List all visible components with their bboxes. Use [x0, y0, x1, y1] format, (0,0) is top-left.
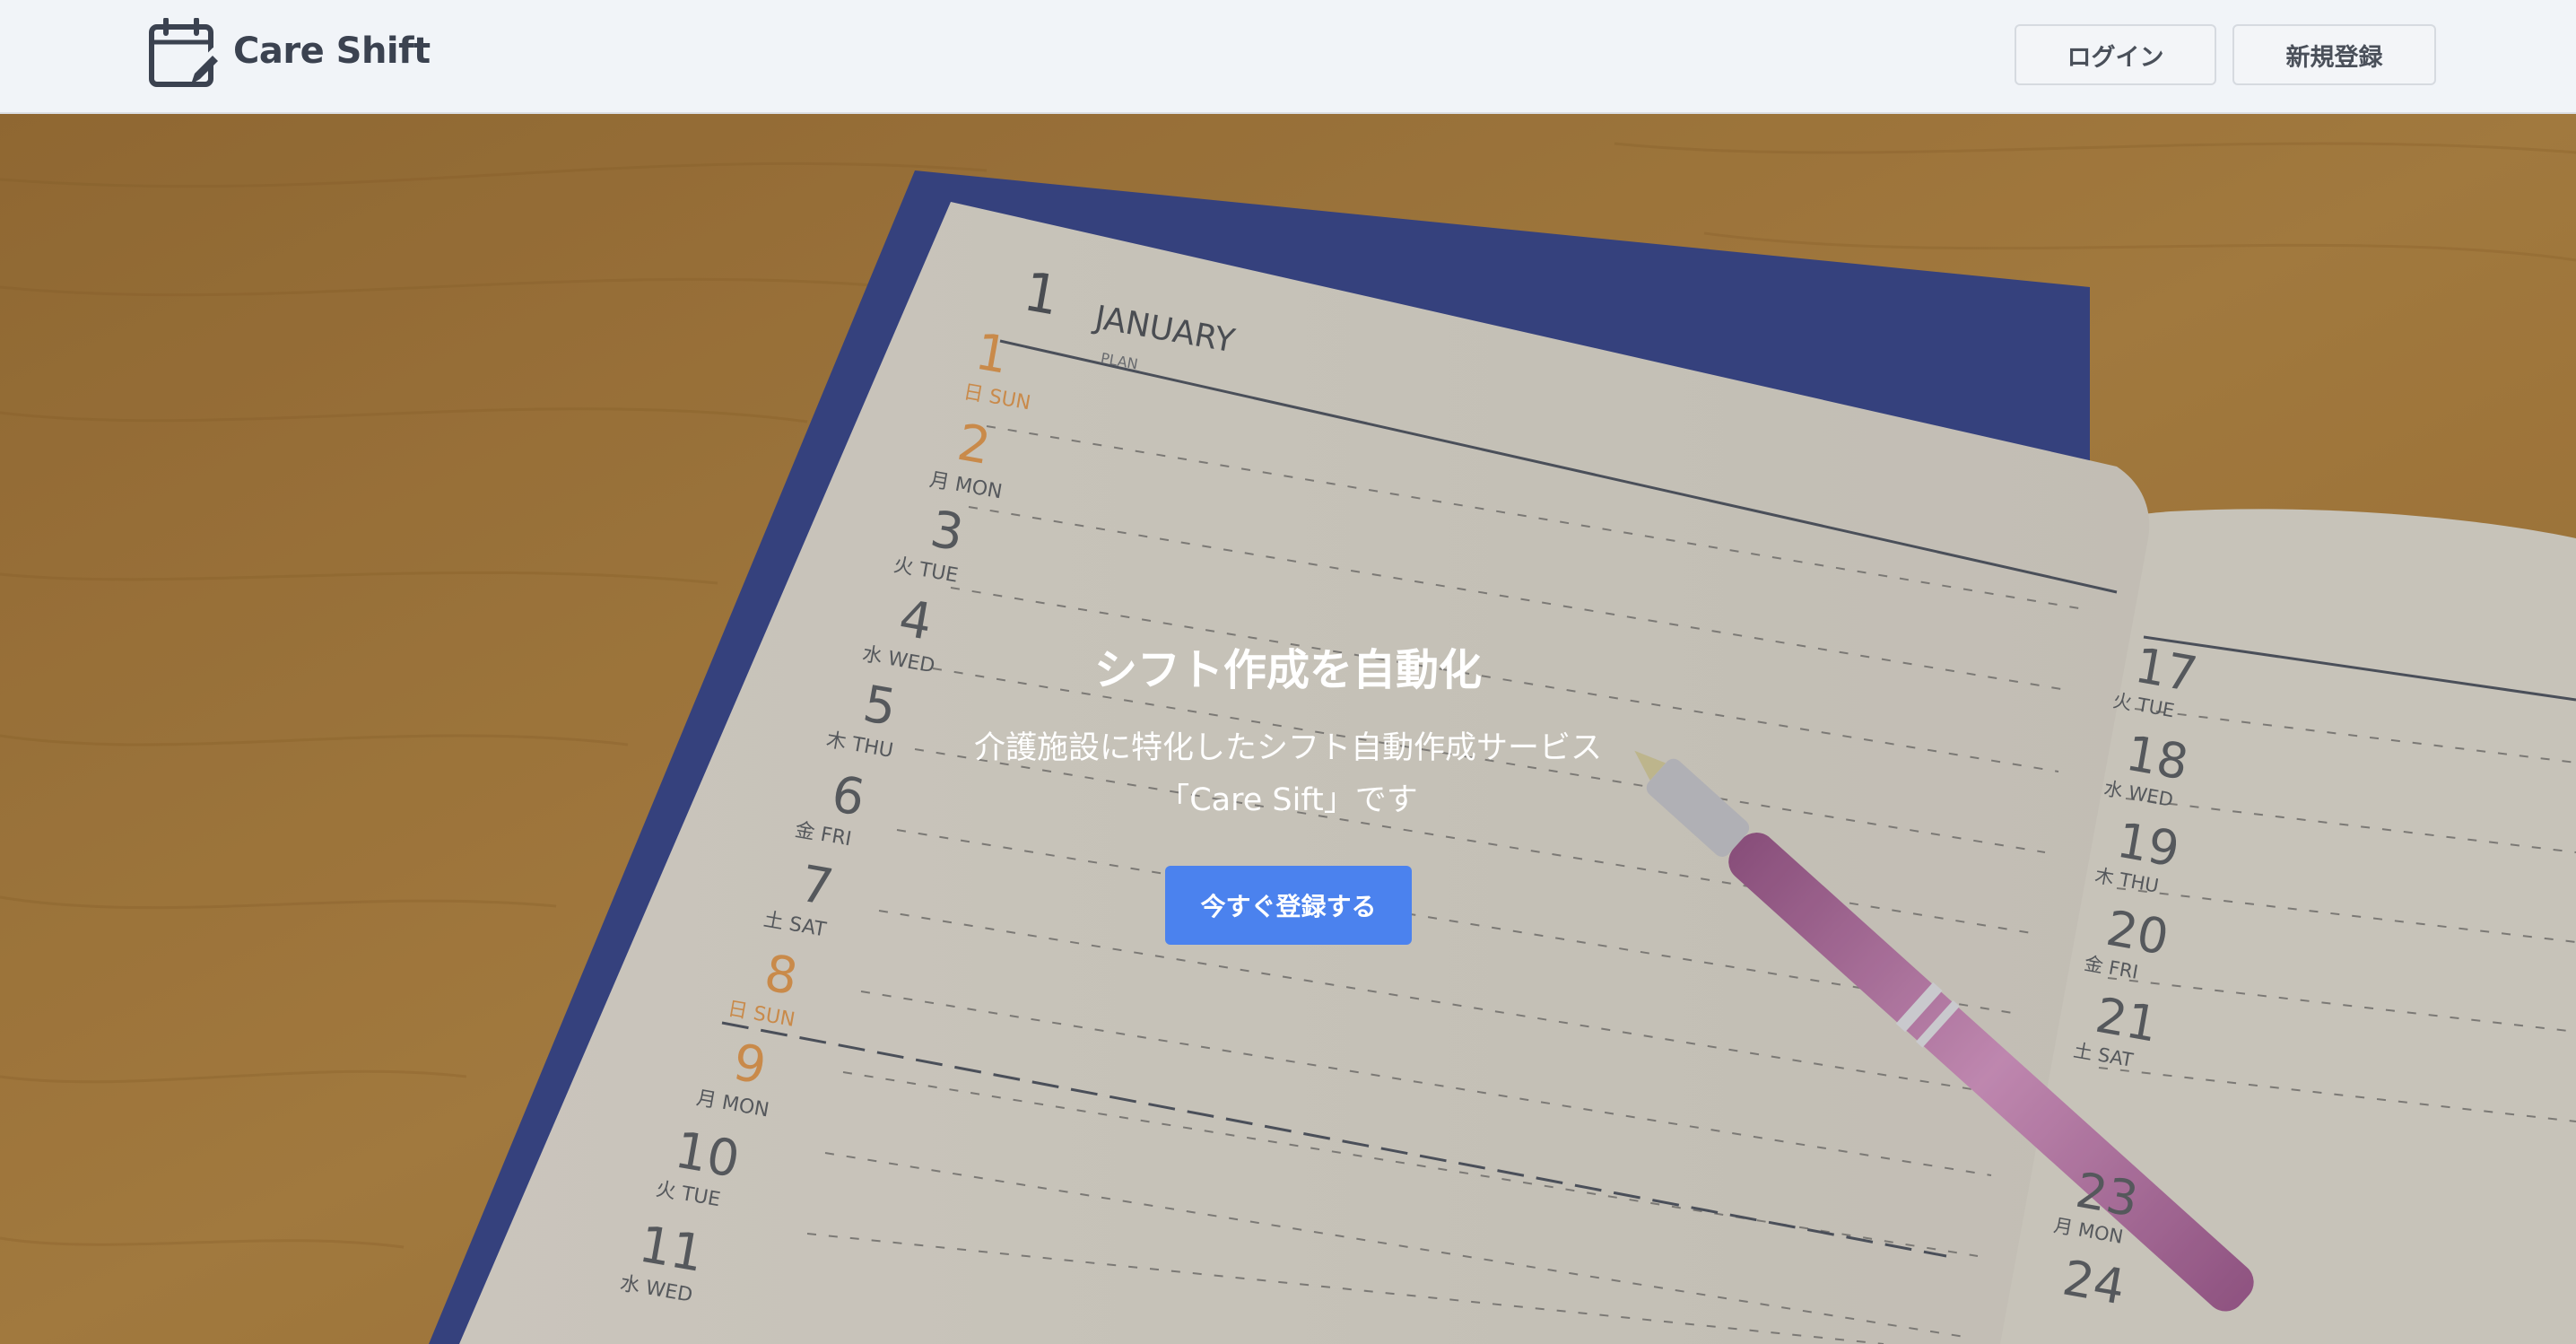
planner-day: 23 月 MON — [2052, 1162, 2143, 1252]
planner-day: 24 — [2058, 1249, 2129, 1316]
hero-section: 1 JANUARY PLAN 1 日 SUN 2 月 MON 3 火 TUE 4… — [0, 112, 2576, 1344]
hero-title: シフト作成を自動化 — [1093, 645, 1482, 695]
landing-page: Care Shift ログイン 新規登録 1 JANUARY PLAN 1 日 … — [0, 0, 2576, 1344]
planner-day: 10 火 TUE — [654, 1121, 744, 1214]
planner-day-number: 2 — [953, 413, 996, 476]
brand-name[interactable]: Care Shift — [233, 31, 431, 72]
signup-now-button[interactable]: 今すぐ登録する — [1165, 866, 1412, 945]
planner-day: 11 水 WED — [618, 1216, 708, 1308]
planner-day: 20 金 FRI — [2083, 900, 2173, 990]
register-button[interactable]: 新規登録 — [2232, 24, 2436, 85]
planner-day-number: 24 — [2058, 1249, 2129, 1316]
planner-day: 21 土 SAT — [2072, 987, 2163, 1077]
hero-subtitle-line2: 「Care Sift」です — [1158, 782, 1418, 818]
hero-subtitle: 介護施設に特化したシフト自動作成サービス 「Care Sift」です — [0, 722, 2576, 826]
calendar-edit-icon[interactable] — [148, 18, 220, 90]
login-button[interactable]: ログイン — [2015, 24, 2216, 85]
site-header: Care Shift ログイン 新規登録 — [0, 0, 2576, 114]
hero-subtitle-line1: 介護施設に特化したシフト自動作成サービス — [973, 730, 1602, 766]
planner-day-number: 9 — [728, 1033, 770, 1096]
planner-day: 19 木 THU — [2093, 812, 2184, 902]
